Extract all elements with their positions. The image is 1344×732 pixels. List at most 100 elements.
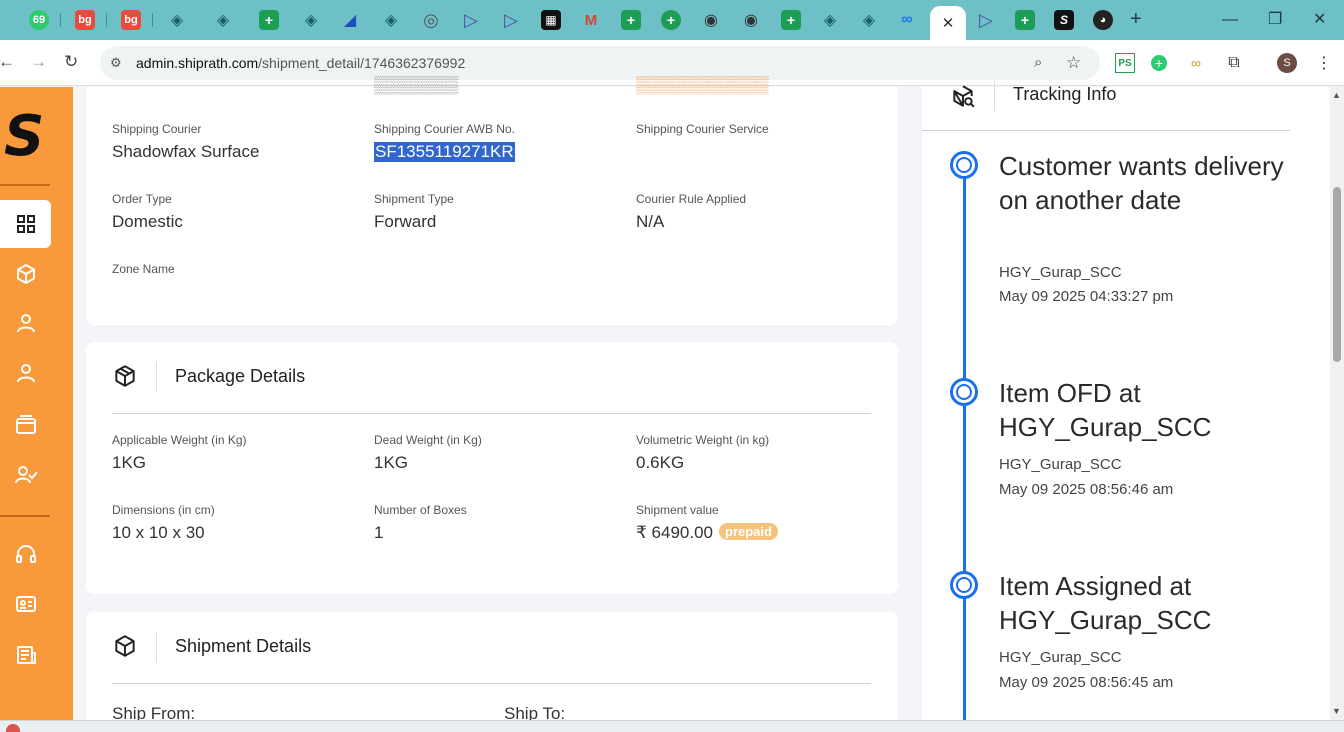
package-search-icon — [953, 85, 975, 108]
browser-menu-icon[interactable]: ⋮ — [1314, 53, 1334, 73]
chrome-tab-icon[interactable]: ◉ — [741, 10, 761, 30]
dead-weight-label: Dead Weight (in Kg) — [374, 433, 482, 447]
glasses-extension-icon[interactable]: ∞ — [1186, 53, 1206, 73]
owl-tab-icon[interactable]: ◕ — [1093, 10, 1113, 30]
shiprath-tab-icon[interactable]: S — [1054, 10, 1074, 30]
url-host: admin.shiprath.com — [136, 55, 259, 71]
diamond-tab-icon[interactable]: ◈ — [381, 10, 401, 30]
payment-status-badge: prepaid — [719, 523, 778, 540]
sidebar-item-dashboard[interactable] — [0, 200, 51, 248]
courier-rule-value: N/A — [636, 212, 665, 231]
gmail-tab-icon[interactable]: M — [581, 10, 601, 30]
circle-tab-icon[interactable]: ◎ — [421, 10, 441, 30]
zoom-icon[interactable]: ⌕ — [1034, 54, 1042, 72]
bookmark-star-icon[interactable]: ☆ — [1066, 54, 1081, 72]
forward-icon[interactable]: → — [30, 52, 47, 72]
sidebar-item-support[interactable] — [0, 530, 51, 578]
cut-off-value: ▒▒▒▒▒▒▒ — [374, 75, 459, 94]
timeline-dot — [950, 571, 978, 599]
sheets-tab-icon[interactable]: + — [621, 10, 641, 30]
play-tab-icon[interactable]: ▷ — [976, 10, 996, 30]
sheets-tab-icon[interactable]: + — [781, 10, 801, 30]
chrome-tab-icon[interactable]: ◉ — [701, 10, 721, 30]
tracking-info-title: Tracking Info — [1013, 84, 1117, 104]
diamond-tab-icon[interactable]: ◈ — [820, 10, 840, 30]
site-info-icon[interactable]: ⚙ — [110, 55, 126, 71]
tab-separator — [60, 13, 61, 27]
courier-details-card: ▒▒▒▒▒▒▒ ▒▒▒▒▒▒▒▒▒▒▒ Shipping Courier Sha… — [86, 75, 898, 325]
applicable-weight-label: Applicable Weight (in Kg) — [112, 433, 247, 447]
section-separator — [156, 362, 157, 392]
tab-badge-count: 69 — [32, 14, 46, 26]
sidebar-item-customers[interactable] — [0, 349, 51, 397]
shipment-details-card: Shipment Details Ship From: Ship To: — [86, 612, 898, 732]
sidebar-divider — [0, 184, 50, 186]
event-location: HGY_Gurap_SCC — [999, 264, 1122, 281]
shiprath-logo[interactable]: S — [4, 109, 44, 165]
package-icon — [16, 264, 35, 284]
section-divider — [112, 683, 871, 684]
puzzle-extensions-icon[interactable]: ⧉ — [1224, 53, 1244, 73]
address-bar[interactable]: ⚙ admin.shiprath.com/shipment_detail/174… — [100, 46, 1100, 80]
pen-tab-icon[interactable]: ◢ — [340, 10, 360, 30]
active-tab[interactable]: ✕ — [930, 6, 966, 40]
sheets-tab-icon[interactable]: + — [259, 10, 279, 30]
sidebar-item-user-check[interactable] — [0, 451, 51, 499]
dimensions-label: Dimensions (in cm) — [112, 503, 215, 517]
event-title: Item OFD at HGY_Gurap_SCC — [999, 378, 1212, 442]
headset-icon — [15, 545, 36, 563]
profile-avatar[interactable]: S — [1277, 53, 1297, 73]
dimensions-value: 10 x 10 x 30 — [112, 523, 205, 542]
box-icon — [115, 635, 135, 657]
sidebar-item-orders[interactable] — [0, 250, 51, 298]
shipment-value: ₹ 6490.00 prepaid — [636, 523, 778, 543]
sidebar-item-contacts[interactable] — [0, 580, 51, 628]
sidebar-item-reports[interactable] — [0, 631, 51, 679]
awb-label: Shipping Courier AWB No. — [374, 122, 515, 136]
play-tab-icon[interactable]: ▷ — [461, 10, 481, 30]
shipping-courier-label: Shipping Courier — [112, 122, 202, 136]
tab-separator — [106, 13, 107, 27]
event-title: Item Assigned at HGY_Gurap_SCC — [999, 571, 1212, 635]
taskbar-strip — [0, 720, 1344, 732]
package-details-card: Package Details Applicable Weight (in Kg… — [86, 342, 898, 594]
bigbasket-tab-icon[interactable]: bg — [75, 10, 95, 30]
diamond-tab-icon[interactable]: ◈ — [301, 10, 321, 30]
tab-separator — [152, 13, 153, 27]
grid-tab-icon[interactable]: ▦ — [541, 10, 561, 30]
diamond-tab-icon[interactable]: ◈ — [167, 10, 187, 30]
whatsapp-tab-icon[interactable]: 69 — [29, 10, 49, 30]
awb-value[interactable]: SF1355119271KR — [374, 142, 515, 162]
timeline-dot — [950, 151, 978, 179]
sidebar-divider — [0, 515, 50, 517]
minimize-icon[interactable]: — — [1222, 10, 1238, 30]
timeline-line — [963, 167, 966, 727]
sheets-tab-icon[interactable]: + — [661, 10, 681, 30]
scroll-thumb[interactable] — [1333, 187, 1341, 362]
sheets-tab-icon[interactable]: + — [1015, 10, 1035, 30]
window-close-icon[interactable]: ✕ — [1313, 10, 1326, 30]
section-divider — [112, 413, 871, 414]
scroll-down-icon[interactable]: ▼ — [1332, 706, 1341, 716]
meta-tab-icon[interactable]: ∞ — [897, 10, 917, 30]
close-tab-icon[interactable]: ✕ — [942, 14, 955, 32]
play-tab-icon[interactable]: ▷ — [501, 10, 521, 30]
ps-extension-icon[interactable]: PS — [1115, 53, 1135, 73]
bigbasket-tab-icon[interactable]: bg — [121, 10, 141, 30]
cut-off-value: ▒▒▒▒▒▒▒▒▒▒▒ — [636, 75, 769, 94]
restore-icon[interactable]: ❐ — [1268, 10, 1282, 30]
new-tab-icon[interactable]: + — [1130, 9, 1142, 29]
notification-icon — [6, 724, 20, 732]
reload-icon[interactable]: ↻ — [64, 52, 78, 72]
diamond-tab-icon[interactable]: ◈ — [859, 10, 879, 30]
diamond-tab-icon[interactable]: ◈ — [213, 10, 233, 30]
browser-tab-strip: 69 bg bg ◈ ◈ + ◈ ◢ ◈ ◎ ▷ ▷ ▦ M + + ◉ ◉ +… — [0, 0, 1344, 40]
page-scrollbar[interactable]: ▲ ▼ — [1330, 87, 1344, 720]
url-text[interactable]: admin.shiprath.com/shipment_detail/17463… — [136, 55, 465, 71]
sidebar-item-wallet[interactable] — [0, 401, 51, 449]
back-icon[interactable]: ← — [0, 52, 15, 72]
scroll-up-icon[interactable]: ▲ — [1332, 90, 1341, 100]
sidebar-item-users[interactable] — [0, 299, 51, 347]
sidebar: S — [0, 87, 73, 720]
plus-extension-icon[interactable]: + — [1151, 55, 1167, 71]
